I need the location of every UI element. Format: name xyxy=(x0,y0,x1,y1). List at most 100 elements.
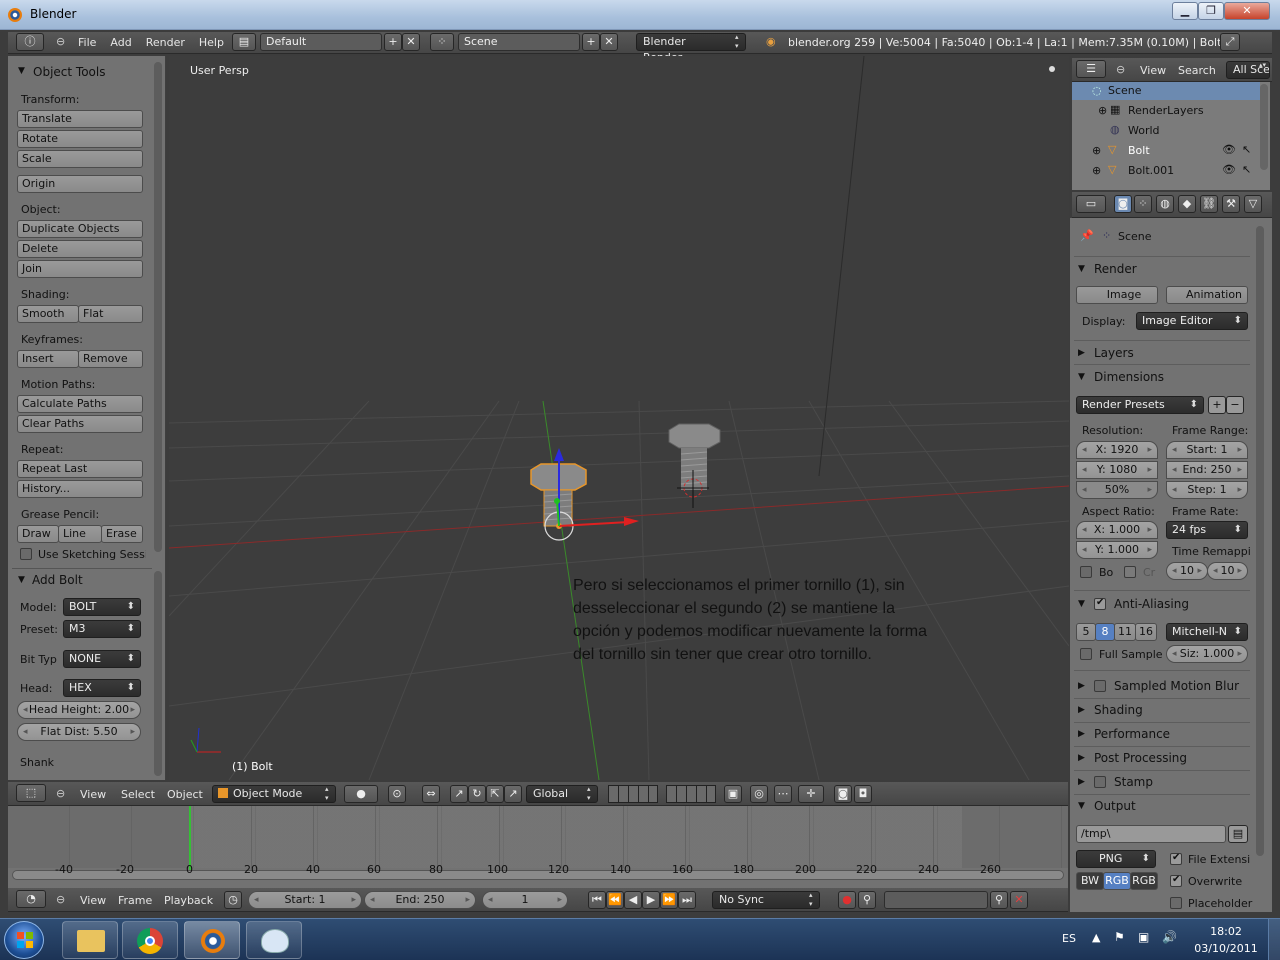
aa-samples-11[interactable]: 11 xyxy=(1114,623,1136,641)
record-icon[interactable]: ● xyxy=(838,891,856,909)
join-button[interactable]: Join xyxy=(17,260,143,278)
sketching-checkbox[interactable] xyxy=(20,548,32,560)
network-icon[interactable]: ▣ xyxy=(1138,930,1149,944)
performance-section-title[interactable]: Performance xyxy=(1094,727,1170,741)
file-extensions-checkbox[interactable] xyxy=(1170,852,1182,865)
manipulator-icon[interactable]: ⇔ xyxy=(422,785,440,803)
collapse-icon[interactable]: ⊖ xyxy=(56,893,65,906)
outliner-row-bolt001[interactable]: ⊕ ▽ Bolt.001 👁 ↖ xyxy=(1072,162,1260,180)
snap-target-icon[interactable]: ✛ xyxy=(798,785,824,803)
show-desktop-button[interactable] xyxy=(1268,919,1280,960)
preset-select[interactable]: M3 xyxy=(63,620,141,638)
post-processing-section-title[interactable]: Post Processing xyxy=(1094,751,1187,765)
layers-grid-1[interactable] xyxy=(608,785,658,803)
collapse-icon[interactable]: ⊖ xyxy=(56,35,65,48)
visibility-eye-icon[interactable]: 👁 xyxy=(1222,143,1236,156)
minimize-button[interactable]: ▁ xyxy=(1172,2,1198,20)
menu-help[interactable]: Help xyxy=(199,36,224,49)
draw-button[interactable]: Draw xyxy=(17,525,59,543)
tool-shelf-scrollbar[interactable] xyxy=(154,62,162,552)
mode-select[interactable]: Object Mode xyxy=(212,785,336,803)
outliner-row-bolt[interactable]: ⊕ ▽ Bolt 👁 ↖ xyxy=(1072,142,1260,160)
shading-section-title[interactable]: Shading xyxy=(1094,703,1143,717)
scene-tab-icon[interactable]: ⁘ xyxy=(1134,195,1152,213)
placeholders-checkbox[interactable] xyxy=(1170,897,1182,909)
world-tab-icon[interactable]: ◍ xyxy=(1156,195,1174,213)
render-section-title[interactable]: Render xyxy=(1094,262,1137,276)
menu-view[interactable]: View xyxy=(80,894,106,907)
current-frame-field[interactable]: 1 xyxy=(482,891,568,909)
maximize-button[interactable]: ❐ xyxy=(1198,2,1224,20)
layout-icon[interactable]: ▤ xyxy=(232,33,256,51)
remove-scene-icon[interactable]: ✕ xyxy=(600,33,618,51)
play-reverse-icon[interactable]: ◀ xyxy=(624,891,642,909)
add-layout-icon[interactable]: + xyxy=(384,33,402,51)
aa-samples-5[interactable]: 5 xyxy=(1076,623,1096,641)
clock-time[interactable]: 18:02 xyxy=(1196,925,1256,938)
anti-aliasing-section-title[interactable]: Anti-Aliasing xyxy=(1114,597,1189,611)
menu-view[interactable]: View xyxy=(80,788,106,801)
orientation-select[interactable]: Global xyxy=(526,785,598,803)
output-path-input[interactable]: /tmp\ xyxy=(1076,825,1226,843)
fps-select[interactable]: 24 fps xyxy=(1166,521,1248,539)
menu-playback[interactable]: Playback xyxy=(164,894,213,907)
stamp-section-title[interactable]: Stamp xyxy=(1114,775,1153,789)
color-bw-button[interactable]: BW xyxy=(1076,872,1104,890)
aa-samples-8[interactable]: 8 xyxy=(1095,623,1115,641)
add-preset-icon[interactable]: + xyxy=(1208,396,1226,414)
timeline-scrollbar[interactable] xyxy=(12,870,1064,880)
scene-icon[interactable]: ⁘ xyxy=(430,33,454,51)
jump-start-icon[interactable]: ⏮ xyxy=(588,891,606,909)
head-select[interactable]: HEX xyxy=(63,679,141,697)
proportional-edit-icon[interactable]: ◎ xyxy=(750,785,768,803)
filter-size-field[interactable]: Siz: 1.000 xyxy=(1166,645,1248,663)
axis-icon[interactable]: ↗ xyxy=(504,785,522,803)
clear-paths-button[interactable]: Clear Paths xyxy=(17,415,143,433)
tray-expand-icon[interactable]: ▲ xyxy=(1092,931,1100,944)
frame-start-field[interactable]: Start: 1 xyxy=(1166,441,1248,459)
menu-file[interactable]: File xyxy=(78,36,96,49)
bit-type-select[interactable]: NONE xyxy=(63,650,141,668)
erase-button[interactable]: Erase xyxy=(101,525,143,543)
menu-add[interactable]: Add xyxy=(110,36,131,49)
chrome-taskbar-button[interactable] xyxy=(122,921,178,959)
add-bolt-scrollbar[interactable] xyxy=(154,571,162,776)
crop-checkbox[interactable] xyxy=(1124,566,1136,578)
keyframe-type-icon[interactable]: ⚲ xyxy=(858,891,876,909)
object-tab-icon[interactable]: ◆ xyxy=(1178,195,1196,213)
end-frame-field[interactable]: End: 250 xyxy=(364,891,476,909)
border-checkbox[interactable] xyxy=(1080,566,1092,578)
start-button[interactable] xyxy=(4,921,44,959)
motion-blur-checkbox[interactable] xyxy=(1094,680,1106,692)
fullscreen-icon[interactable]: ⤢ xyxy=(1220,33,1240,51)
render-tab-icon[interactable]: ◙ xyxy=(1114,195,1132,213)
start-frame-field[interactable]: Start: 1 xyxy=(248,891,362,909)
keying-set-field[interactable] xyxy=(884,891,988,909)
aspect-y-field[interactable]: Y: 1.000 xyxy=(1076,541,1158,559)
scale-button[interactable]: Scale xyxy=(17,150,143,168)
outliner-menu-view[interactable]: View xyxy=(1140,64,1166,77)
properties-editor-icon[interactable]: ▭ xyxy=(1076,195,1106,213)
remove-layout-icon[interactable]: ✕ xyxy=(402,33,420,51)
3d-viewport[interactable]: User Persp Pero si seleccionamos el prim… xyxy=(169,56,1069,780)
head-height-field[interactable]: Head Height: 2.00 xyxy=(17,701,141,719)
close-button[interactable]: ✕ xyxy=(1224,2,1270,20)
flat-button[interactable]: Flat xyxy=(78,305,143,323)
time-remap-old-field[interactable]: 10 xyxy=(1166,562,1208,580)
flat-dist-field[interactable]: Flat Dist: 5.50 xyxy=(17,723,141,741)
color-rgb-button[interactable]: RGB xyxy=(1103,872,1131,890)
jump-end-icon[interactable]: ⏭ xyxy=(678,891,696,909)
file-format-select[interactable]: PNG xyxy=(1076,850,1156,868)
outliner-row-renderlayers[interactable]: ⊕ ▦ RenderLayers xyxy=(1072,102,1260,120)
outliner-row-world[interactable]: ◍ World xyxy=(1072,122,1260,140)
snap-icon[interactable]: ⋯ xyxy=(774,785,792,803)
explorer-taskbar-button[interactable] xyxy=(62,921,118,959)
render-animation-button[interactable]: Animation xyxy=(1166,286,1248,304)
next-key-icon[interactable]: ⏩ xyxy=(660,891,678,909)
expand-icon[interactable]: ⊕ xyxy=(1092,144,1101,157)
keying-icon[interactable]: ◷ xyxy=(224,891,242,909)
bolt-1-selected[interactable] xyxy=(530,448,639,541)
outliner-filter-select[interactable]: All Scen xyxy=(1226,61,1270,79)
menu-object[interactable]: Object xyxy=(167,788,203,801)
outliner-editor-icon[interactable]: ☰ xyxy=(1076,60,1106,78)
